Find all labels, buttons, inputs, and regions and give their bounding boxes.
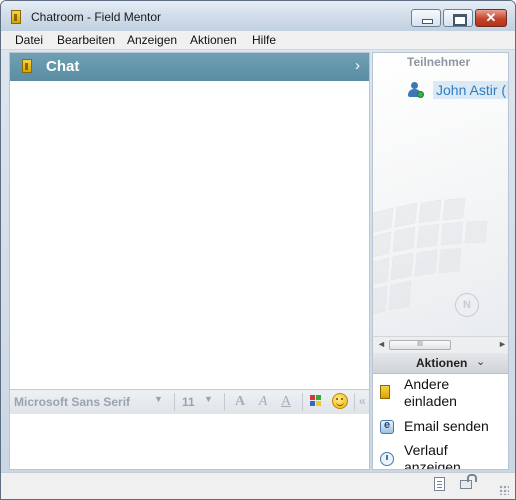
chevron-down-icon: ⌄ <box>476 356 486 368</box>
email-icon <box>380 419 394 434</box>
actions-label: Aktionen <box>416 356 468 370</box>
minimize-icon <box>422 19 433 24</box>
app-icon <box>11 10 21 24</box>
chat-icon <box>22 59 32 73</box>
resize-grip-icon[interactable] <box>499 485 509 495</box>
minimize-button[interactable] <box>411 9 441 27</box>
action-label: Email senden <box>404 418 489 434</box>
color-swatch-green <box>316 395 321 400</box>
action-invite-others[interactable]: Andere einladen <box>373 376 508 412</box>
chevron-right-icon[interactable]: › <box>355 57 360 74</box>
horizontal-scrollbar[interactable]: ◄ III ► <box>373 336 508 354</box>
participants-header: Teilnehmer <box>407 55 471 69</box>
status-bar <box>1 472 515 499</box>
toolbar-divider <box>224 393 225 411</box>
italic-button[interactable]: A <box>254 393 272 411</box>
menu-bar: Datei Bearbeiten Anzeigen Aktionen Hilfe <box>1 31 515 50</box>
action-label-line: Andere <box>404 376 450 392</box>
action-show-history[interactable]: Verlauf anzeigen <box>373 442 508 470</box>
scrollbar-thumb[interactable]: III <box>389 340 451 350</box>
maximize-icon <box>453 14 467 26</box>
scroll-left-icon[interactable]: ◄ <box>377 339 386 349</box>
action-label-line: anzeigen <box>404 459 461 470</box>
more-options-icon[interactable]: « <box>359 394 369 410</box>
close-icon: ✕ <box>485 10 497 25</box>
toolbar-divider <box>174 393 175 411</box>
action-label-line: Verlauf <box>404 442 448 458</box>
color-swatch-red <box>310 395 315 400</box>
chatroom-window: Chatroom - Field Mentor ✕ Datei Bearbeit… <box>0 0 516 500</box>
side-panel: Teilnehmer John Astir ( N ◄ III ► Aktion… <box>372 52 509 470</box>
online-status-icon <box>417 91 424 98</box>
menu-datei[interactable]: Datei <box>15 33 43 47</box>
maximize-button[interactable] <box>443 9 473 27</box>
unlock-icon[interactable] <box>460 474 477 489</box>
color-swatch-yellow <box>316 401 321 406</box>
actions-header[interactable]: Aktionen ⌄ <box>373 353 508 374</box>
font-size-select[interactable]: 11 ▼ <box>182 394 214 409</box>
underline-button[interactable]: A <box>277 393 295 411</box>
close-button[interactable]: ✕ <box>475 9 507 27</box>
chevron-down-icon: ▼ <box>204 394 213 404</box>
title-bar[interactable]: Chatroom - Field Mentor ✕ <box>1 1 515 31</box>
participant-item[interactable]: John Astir ( <box>407 80 508 100</box>
smiley-icon[interactable] <box>332 393 348 409</box>
logo-icon: N <box>455 293 479 317</box>
scroll-right-icon[interactable]: ► <box>498 339 507 349</box>
action-label-line: einladen <box>404 393 457 409</box>
participant-name: John Astir ( <box>433 81 508 99</box>
history-icon <box>380 452 394 466</box>
action-label: Verlauf anzeigen <box>404 442 461 470</box>
color-palette-icon[interactable] <box>310 395 322 407</box>
toolbar-divider <box>302 393 303 411</box>
document-icon[interactable] <box>434 477 445 491</box>
font-family-value: Microsoft Sans Serif <box>14 395 131 409</box>
chat-title: Chat <box>46 58 80 75</box>
participants-panel: Teilnehmer John Astir ( N <box>373 53 508 336</box>
window-title: Chatroom - Field Mentor <box>31 10 162 24</box>
chat-history-area[interactable] <box>10 81 369 388</box>
menu-hilfe[interactable]: Hilfe <box>252 33 276 47</box>
menu-bearbeiten[interactable]: Bearbeiten <box>57 33 115 47</box>
bold-button[interactable]: A <box>231 393 249 411</box>
color-swatch-blue <box>310 401 315 406</box>
message-input[interactable] <box>10 414 369 469</box>
toolbar-divider <box>354 393 355 411</box>
formatting-toolbar: Microsoft Sans Serif ▼ 11 ▼ A A A « <box>10 389 369 415</box>
invite-icon <box>380 385 390 399</box>
background-decoration <box>373 197 488 315</box>
menu-aktionen[interactable]: Aktionen <box>190 33 237 47</box>
chat-header[interactable]: Chat › <box>10 53 369 81</box>
chevron-down-icon: ▼ <box>154 394 163 404</box>
action-send-email[interactable]: Email senden <box>373 418 508 438</box>
user-icon-head <box>411 82 418 89</box>
user-online-icon <box>407 82 424 98</box>
action-label: Andere einladen <box>404 376 457 410</box>
menu-anzeigen[interactable]: Anzeigen <box>127 33 177 47</box>
chat-pane: Chat › Microsoft Sans Serif ▼ 11 ▼ A A A <box>9 52 370 470</box>
font-family-select[interactable]: Microsoft Sans Serif ▼ <box>14 394 164 409</box>
font-size-value: 11 <box>182 395 195 409</box>
